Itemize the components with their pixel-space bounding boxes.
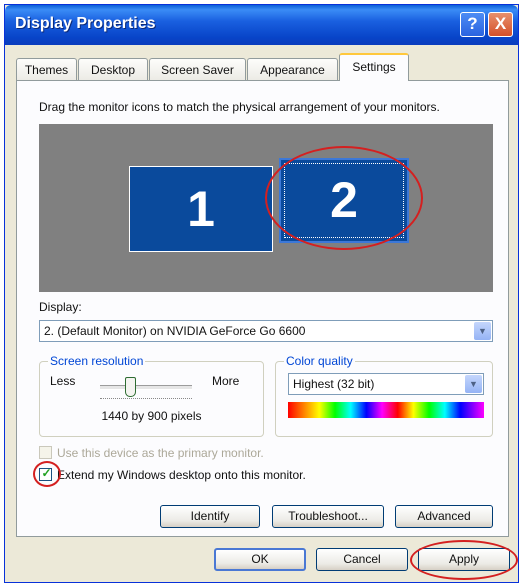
close-button[interactable]: X [488,12,513,37]
check-icon: ✓ [41,466,52,480]
color-spectrum-bar [288,402,484,418]
tab-desktop[interactable]: Desktop [78,58,148,80]
display-select[interactable]: 2. (Default Monitor) on NVIDIA GeForce G… [39,320,493,342]
advanced-button[interactable]: Advanced [395,505,493,528]
resolution-slider-track[interactable] [100,385,192,390]
color-quality-legend: Color quality [284,354,355,368]
display-label: Display: [39,300,82,314]
color-quality-select[interactable]: Highest (32 bit) ▼ [288,373,484,395]
cancel-button[interactable]: Cancel [316,548,408,571]
help-button[interactable]: ? [460,12,485,37]
resolution-slider-thumb[interactable] [124,377,136,397]
apply-button[interactable]: Apply [418,548,510,571]
settings-panel: Drag the monitor icons to match the phys… [16,80,509,537]
ok-button[interactable]: OK [214,548,306,571]
monitor-arrangement-area[interactable]: 1 2 [39,124,493,292]
primary-monitor-checkbox [39,446,52,459]
tab-appearance[interactable]: Appearance [247,58,338,80]
tab-themes[interactable]: Themes [16,58,77,80]
screen-resolution-group: Screen resolution Less More 1440 by 900 … [39,354,264,437]
display-properties-window: Display Properties ? X Themes Desktop Sc… [4,4,519,583]
title-bar[interactable]: Display Properties ? X [5,5,518,45]
chevron-down-icon[interactable]: ▼ [465,375,482,393]
instruction-text: Drag the monitor icons to match the phys… [39,100,440,114]
color-quality-group: Color quality Highest (32 bit) ▼ [275,354,493,437]
monitor-2-focus [284,163,404,238]
resolution-less-label: Less [50,374,76,388]
monitor-1[interactable]: 1 [129,166,273,252]
extend-desktop-label: Extend my Windows desktop onto this moni… [57,468,306,482]
resolution-slider-ticks [100,398,192,403]
resolution-value: 1440 by 900 pixels [101,409,202,423]
chevron-down-icon[interactable]: ▼ [474,322,491,340]
tab-settings[interactable]: Settings [339,53,409,81]
window-title: Display Properties [15,15,156,32]
resolution-more-label: More [212,374,240,388]
extend-desktop-checkbox[interactable]: ✓ [39,466,52,481]
screen-resolution-legend: Screen resolution [48,354,146,368]
primary-monitor-label: Use this device as the primary monitor. [57,446,264,460]
monitor-1-number: 1 [187,181,215,237]
color-quality-value: Highest (32 bit) [293,377,375,391]
tab-screen-saver[interactable]: Screen Saver [149,58,246,80]
monitor-2[interactable]: 2 [279,158,409,243]
identify-button[interactable]: Identify [160,505,260,528]
troubleshoot-button[interactable]: Troubleshoot... [272,505,384,528]
display-select-value: 2. (Default Monitor) on NVIDIA GeForce G… [44,324,306,338]
